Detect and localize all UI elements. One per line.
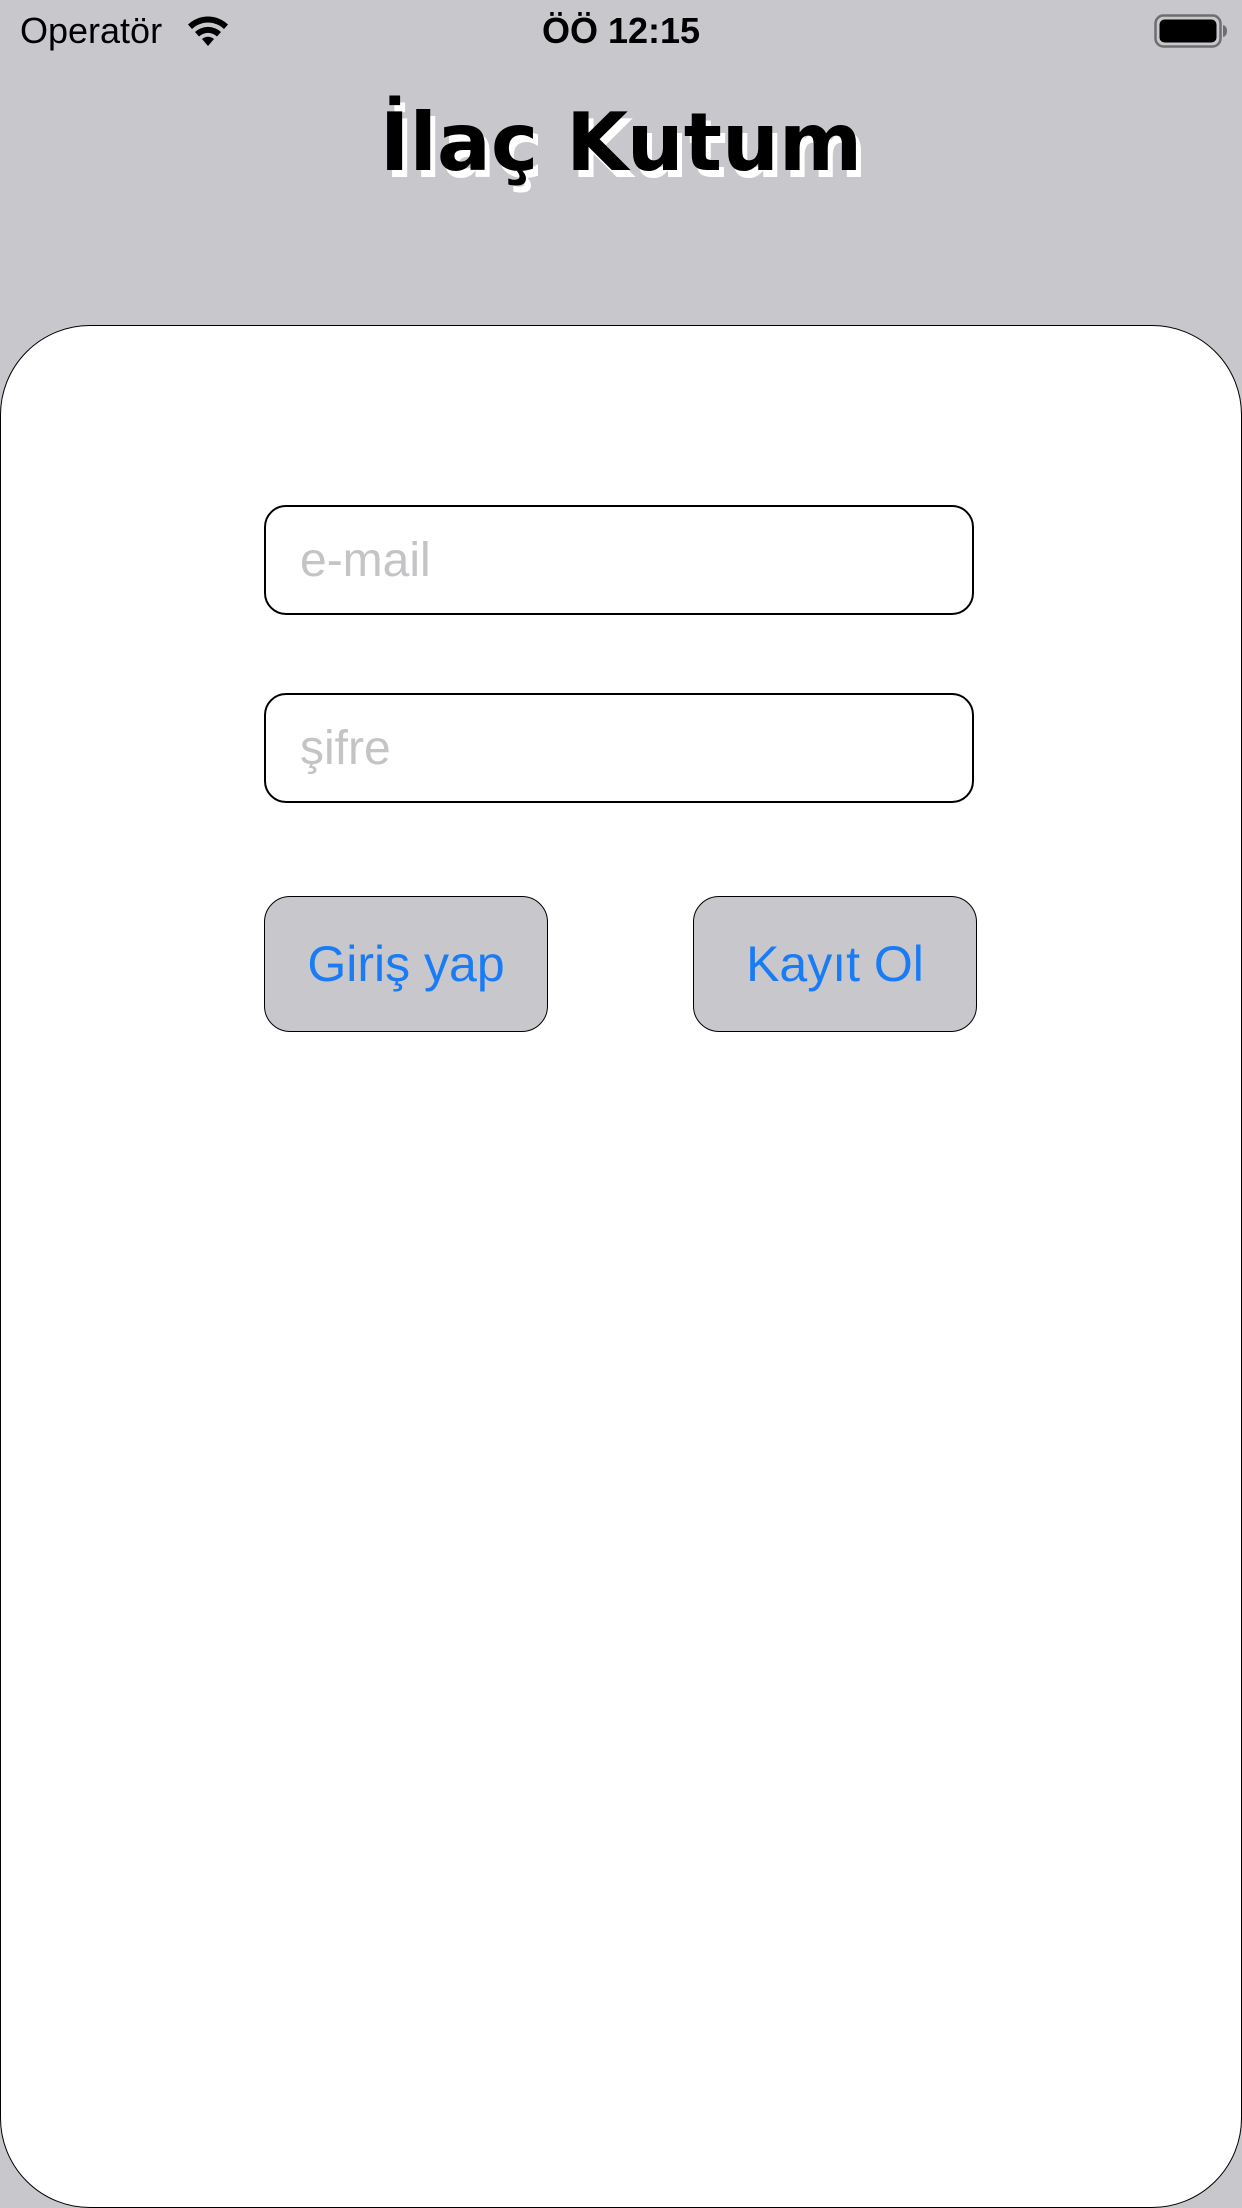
- battery-full-icon: [1154, 14, 1227, 48]
- status-bar: Operatör ÖÖ 12:15: [0, 0, 1242, 62]
- email-field[interactable]: [264, 505, 974, 615]
- app-title: İlaç Kutum: [379, 96, 863, 189]
- login-button[interactable]: Giriş yap: [264, 896, 548, 1032]
- password-field[interactable]: [264, 693, 974, 803]
- register-button[interactable]: Kayıt Ol: [693, 896, 977, 1032]
- login-screen: Operatör ÖÖ 12:15 İlaç Kutum Giriş yap K…: [0, 0, 1242, 2208]
- status-time: ÖÖ 12:15: [541, 10, 701, 51]
